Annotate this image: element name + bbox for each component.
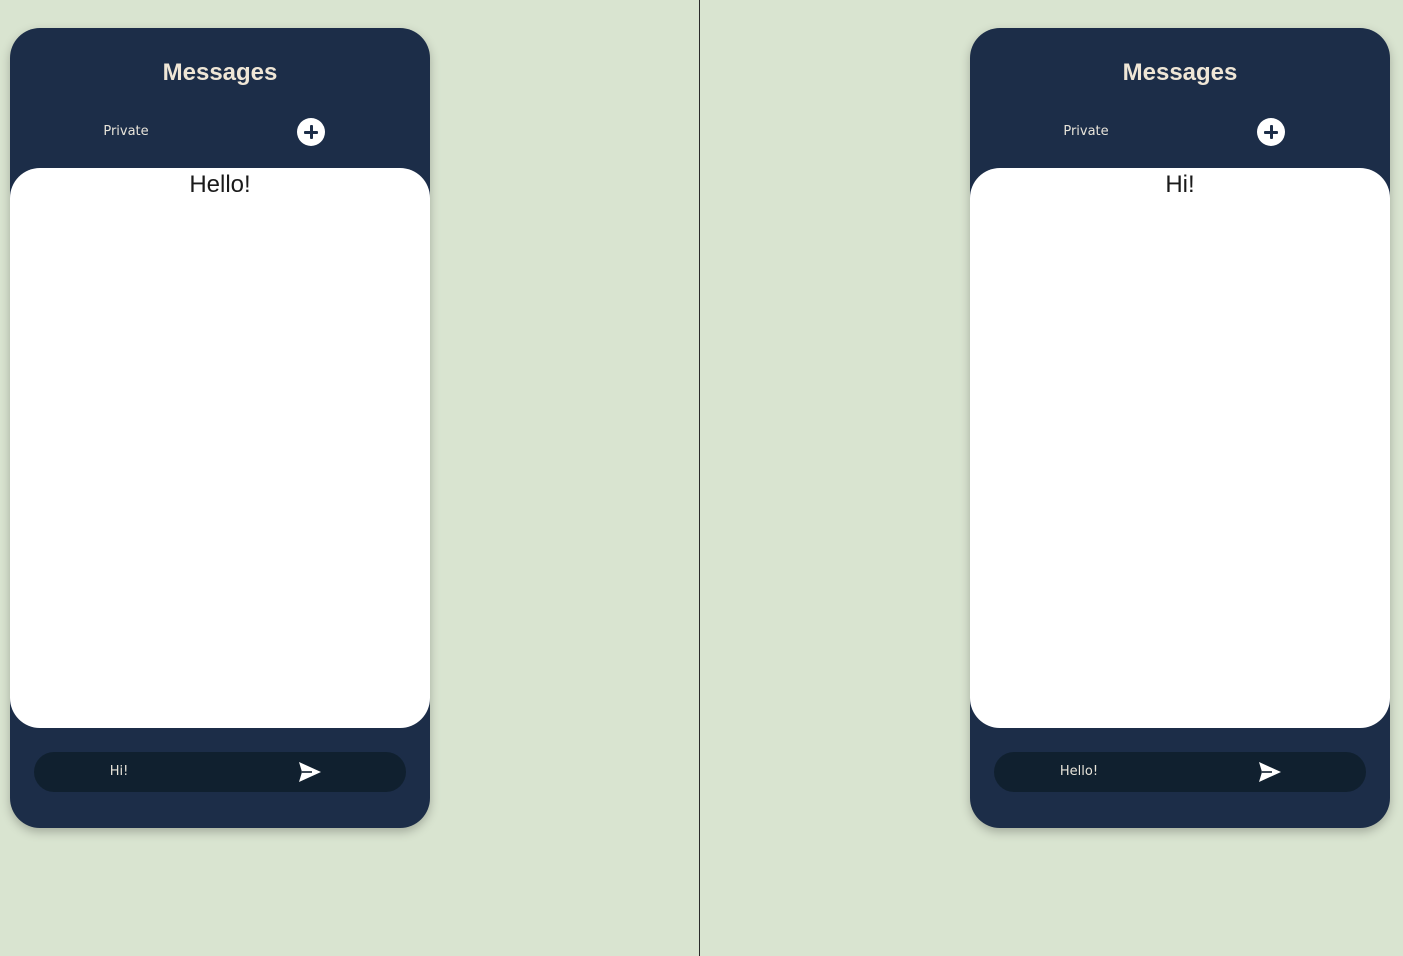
split-divider: [699, 0, 700, 956]
chat-panel-left: Messages Private Hello! Hi!: [10, 28, 430, 828]
room-label[interactable]: Private: [1056, 123, 1116, 141]
page-title: Messages: [1122, 59, 1238, 86]
page-title: Messages: [162, 59, 278, 86]
message-input[interactable]: Hello!: [994, 752, 1366, 792]
message-list: Hi!: [970, 168, 1390, 728]
message-list: Hello!: [10, 168, 430, 728]
message-input-value[interactable]: Hi!: [78, 763, 160, 781]
room-label[interactable]: Private: [96, 123, 156, 141]
send-button[interactable]: [298, 761, 322, 783]
send-icon: [1259, 762, 1281, 782]
message-input-value[interactable]: Hello!: [1038, 763, 1120, 781]
message-item: Hi!: [1165, 171, 1195, 198]
chat-panel-right: Messages Private Hi! Hello!: [970, 28, 1390, 828]
add-room-button[interactable]: [1257, 118, 1285, 146]
message-input[interactable]: Hi!: [34, 752, 406, 792]
message-item: Hello!: [189, 171, 251, 198]
add-room-button[interactable]: [297, 118, 325, 146]
send-icon: [299, 762, 321, 782]
send-button[interactable]: [1258, 761, 1282, 783]
